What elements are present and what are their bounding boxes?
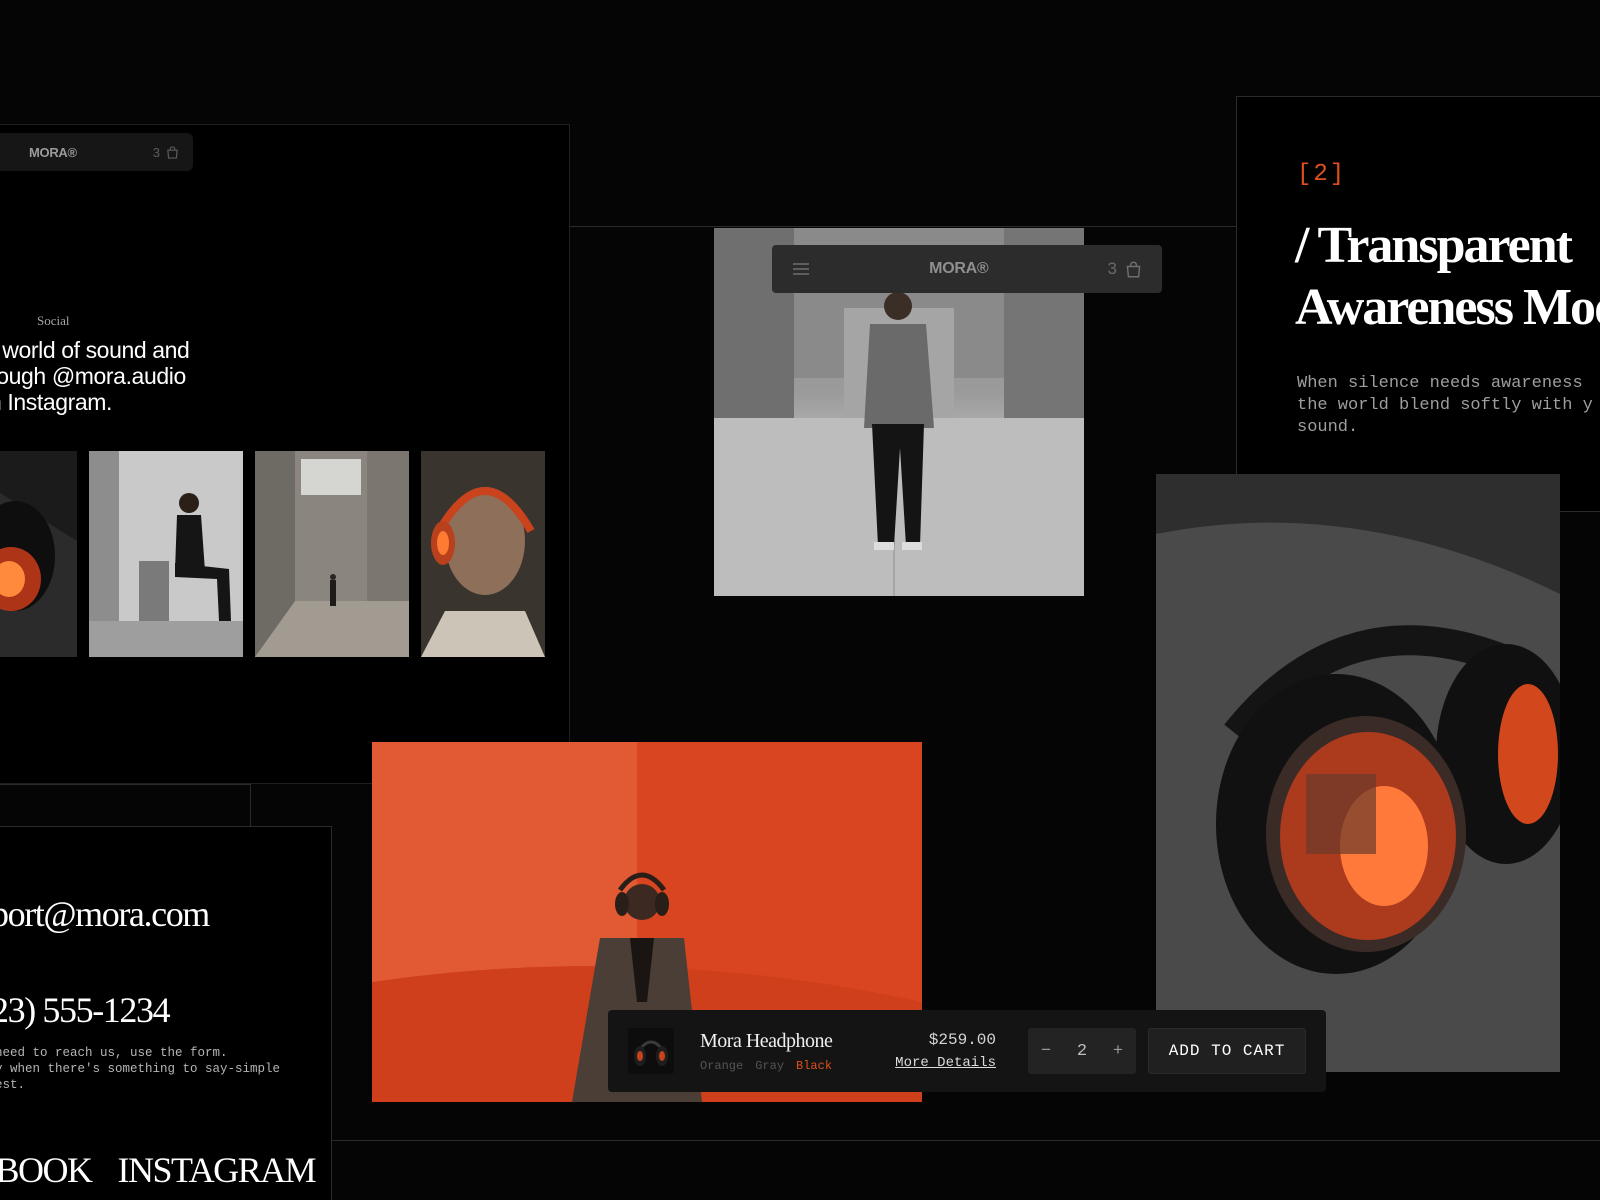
shopping-bag-icon [167, 145, 178, 159]
color-options: Orange Gray Black [700, 1059, 832, 1073]
brand-logo[interactable]: MORA® [929, 260, 988, 278]
instagram-link[interactable]: INSTAGRAM [118, 1149, 317, 1191]
headline-line: r world of sound and [0, 337, 190, 363]
product-price: $259.00 [928, 1031, 996, 1049]
headline-line[interactable]: rough @mora.audio [0, 363, 219, 389]
feature-description: When silence needs awareness the world b… [1297, 373, 1600, 439]
gallery-image[interactable] [89, 451, 243, 657]
contact-note: need to reach us, use the form. y when t… [0, 1045, 295, 1093]
feature-title: / Transparent Awareness Mode [1295, 215, 1600, 339]
feature-description-line: When silence needs awareness [1297, 374, 1583, 393]
product-info: Mora Headphone Orange Gray Black [700, 1029, 833, 1073]
feature-title-line: Awareness Mode [1295, 279, 1600, 336]
social-headline: r world of sound and rough @mora.audio n… [0, 337, 219, 415]
color-option-gray[interactable]: Gray [755, 1059, 784, 1073]
add-to-cart-button[interactable]: ADD TO CART [1148, 1028, 1306, 1074]
quantity-value: 2 [1076, 1041, 1088, 1061]
section-label: Social [37, 313, 70, 328]
product-bar: Mora Headphone Orange Gray Black $259.00… [608, 1010, 1326, 1092]
contact-note-line: y when there's something to say-simple [0, 1062, 281, 1076]
guide-line [570, 226, 1236, 227]
contact-note-line: need to reach us, use the form. [0, 1046, 228, 1060]
quantity-stepper: − 2 + [1028, 1028, 1136, 1074]
contact-phone-link[interactable]: 23) 555-1234 [0, 989, 171, 1031]
product-thumbnail[interactable] [628, 1028, 674, 1074]
feature-panel: [2] / Transparent Awareness Mode When si… [1236, 96, 1600, 512]
cart-button[interactable]: 3 [1108, 259, 1142, 279]
product-name: Mora Headphone [700, 1029, 833, 1052]
feature-description-line: sound. [1297, 418, 1359, 437]
guide-line [332, 1140, 1600, 1141]
color-option-black[interactable]: Black [796, 1059, 832, 1073]
more-details-link[interactable]: More Details [895, 1055, 996, 1071]
decrement-button[interactable]: − [1041, 1042, 1051, 1061]
guide-line [0, 784, 250, 785]
facebook-link[interactable]: EBOOK [0, 1149, 93, 1191]
shopping-bag-icon [1126, 261, 1141, 278]
gallery-image[interactable] [255, 451, 409, 657]
mora-moodboard: MORA® 3 Social r world of sound and roug… [0, 0, 1600, 1200]
color-option-orange[interactable]: Orange [700, 1059, 743, 1073]
product-page-nav: MORA® 3 [772, 245, 1162, 293]
brand-logo[interactable]: MORA® [29, 145, 77, 160]
gallery-image[interactable] [421, 451, 545, 657]
guide-line [250, 784, 251, 826]
menu-icon[interactable] [792, 262, 810, 276]
increment-button[interactable]: + [1113, 1042, 1123, 1061]
contact-note-line: est. [0, 1078, 26, 1092]
price-box: $259.00 More Details [895, 1031, 996, 1071]
feature-index: [2] [1297, 161, 1347, 188]
cart-button[interactable]: 3 [153, 145, 179, 160]
headphone-photo [1156, 474, 1560, 1072]
feature-description-line: the world blend softly with y [1297, 396, 1593, 415]
cart-count: 3 [152, 144, 160, 160]
gallery-image[interactable] [0, 451, 77, 657]
feature-title-line: / Transparent [1295, 217, 1573, 274]
contact-page-preview: port@mora.com 23) 555-1234 need to reach… [0, 826, 332, 1200]
cart-count: 3 [1107, 259, 1117, 278]
headline-line: n Instagram. [0, 389, 113, 415]
social-page-nav: MORA® 3 [0, 133, 193, 171]
contact-email-link[interactable]: port@mora.com [0, 893, 210, 935]
social-links: EBOOK INSTAGRAM [0, 1149, 317, 1191]
social-page-preview: MORA® 3 Social r world of sound and roug… [0, 124, 570, 784]
